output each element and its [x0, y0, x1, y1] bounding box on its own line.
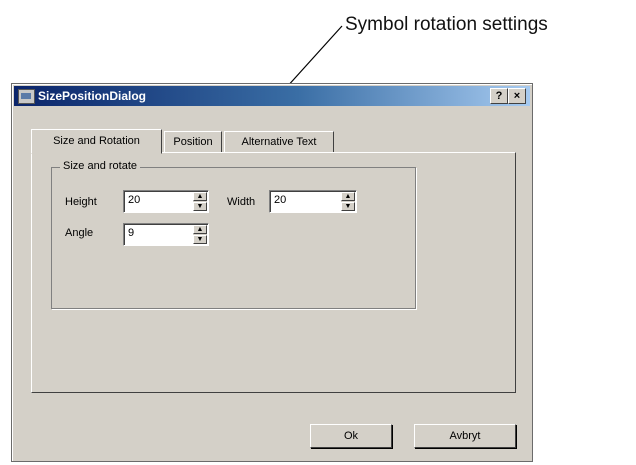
spin-down-arrow-icon[interactable]: ▼	[193, 202, 207, 211]
width-spin-buttons: ▲ ▼	[341, 192, 355, 211]
height-spinbox[interactable]: 20 ▲ ▼	[123, 190, 209, 213]
angle-spinbox[interactable]: 9 ▲ ▼	[123, 223, 209, 246]
height-spin-buttons: ▲ ▼	[193, 192, 207, 211]
spin-down-arrow-icon[interactable]: ▼	[341, 202, 355, 211]
spin-up-arrow-icon[interactable]: ▲	[193, 192, 207, 201]
spin-up-arrow-icon[interactable]: ▲	[193, 225, 207, 234]
callout-text: Symbol rotation settings	[345, 14, 548, 35]
help-button[interactable]: ?	[490, 88, 508, 104]
angle-label: Angle	[65, 227, 94, 239]
spin-up-arrow-icon[interactable]: ▲	[341, 192, 355, 201]
spin-down-arrow-icon[interactable]: ▼	[193, 235, 207, 244]
tab-panel-size-and-rotation: Size and rotate Height 20 ▲ ▼ Width 20 ▲…	[31, 152, 516, 393]
width-value[interactable]: 20	[274, 194, 286, 206]
tab-position[interactable]: Position	[164, 131, 222, 153]
size-and-rotate-group: Size and rotate Height 20 ▲ ▼ Width 20 ▲…	[51, 160, 416, 309]
height-label: Height	[65, 196, 97, 208]
angle-value[interactable]: 9	[128, 227, 134, 239]
tab-size-and-rotation[interactable]: Size and Rotation	[31, 129, 162, 154]
angle-spin-buttons: ▲ ▼	[193, 225, 207, 244]
size-position-dialog: SizePositionDialog ? × Size and Rotation…	[11, 83, 533, 462]
close-button[interactable]: ×	[508, 88, 526, 104]
dialog-title: SizePositionDialog	[38, 89, 147, 103]
group-legend: Size and rotate	[60, 160, 140, 172]
width-label: Width	[227, 196, 256, 208]
height-value[interactable]: 20	[128, 194, 140, 206]
dialog-app-icon	[18, 89, 35, 104]
width-spinbox[interactable]: 20 ▲ ▼	[269, 190, 357, 213]
ok-button[interactable]: Ok	[310, 424, 392, 448]
tab-alternative-text[interactable]: Alternative Text	[224, 131, 334, 153]
cancel-button[interactable]: Avbryt	[414, 424, 516, 448]
title-bar[interactable]: SizePositionDialog ? ×	[14, 86, 530, 106]
